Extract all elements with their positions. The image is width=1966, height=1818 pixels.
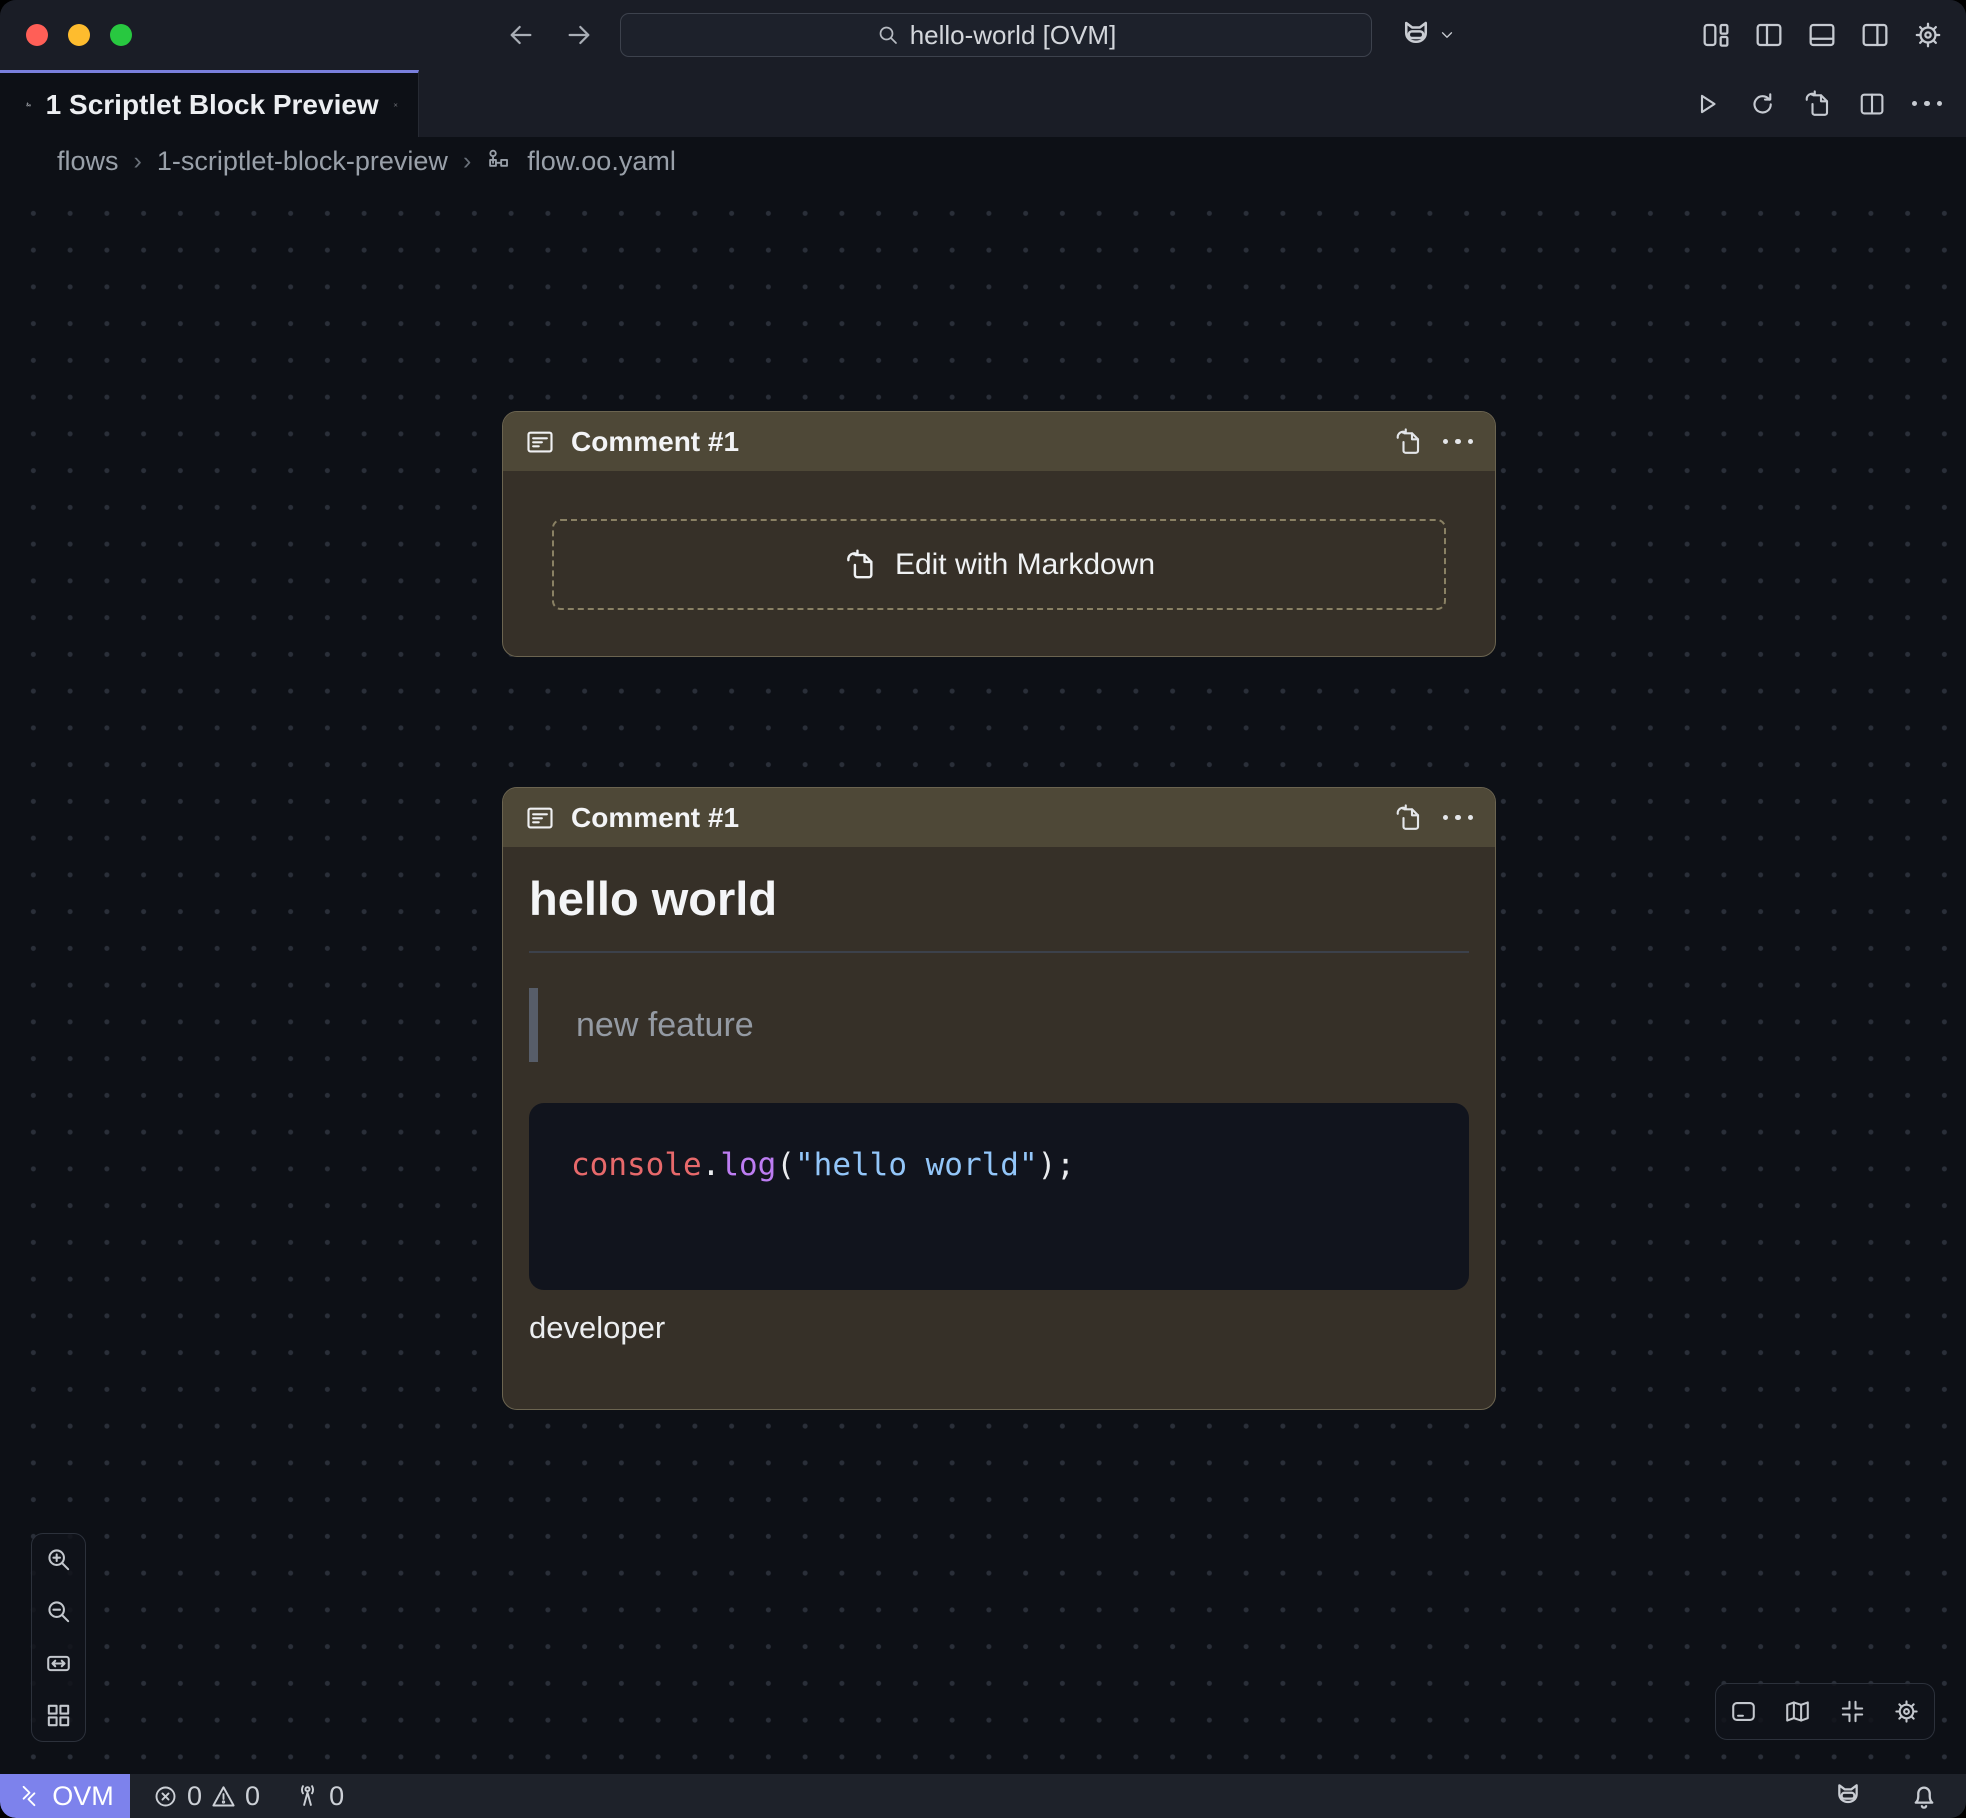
ports-indicator[interactable]: 0 <box>294 1781 344 1812</box>
more-actions-icon[interactable] <box>1912 101 1943 107</box>
breadcrumb-item-folder[interactable]: 1-scriptlet-block-preview <box>157 146 448 177</box>
cat-assistant-icon[interactable] <box>1832 1780 1864 1812</box>
flow-file-icon <box>26 91 32 119</box>
breadcrumb-separator: › <box>134 147 142 176</box>
breadcrumb-separator: › <box>463 147 471 176</box>
canvas-settings-icon[interactable] <box>1892 1697 1921 1726</box>
canvas-zoom-toolbar <box>31 1533 86 1742</box>
comment-node-title: Comment #1 <box>571 426 739 458</box>
search-value: hello-world [OVM] <box>910 20 1117 51</box>
toggle-panel-icon[interactable] <box>1806 19 1838 51</box>
blockquote-text: new feature <box>576 1006 754 1045</box>
restart-icon[interactable] <box>1747 89 1777 119</box>
tab-close-icon[interactable] <box>393 92 398 118</box>
comment-icon <box>525 427 555 457</box>
cat-assistant-icon <box>1398 17 1434 53</box>
zoom-in-icon[interactable] <box>44 1545 73 1574</box>
warning-icon <box>210 1783 237 1810</box>
ports-count: 0 <box>329 1781 344 1812</box>
title-bar: hello-world [OVM] <box>0 0 1966 70</box>
open-preview-icon[interactable] <box>1802 89 1832 119</box>
node-more-actions-icon[interactable] <box>1443 439 1474 445</box>
navigate-back-icon[interactable] <box>505 19 537 51</box>
error-count: 0 <box>187 1781 202 1812</box>
remote-indicator[interactable]: OVM <box>0 1774 130 1818</box>
split-editor-icon[interactable] <box>1857 89 1887 119</box>
radio-tower-icon <box>294 1783 321 1810</box>
toggle-secondary-sidebar-icon[interactable] <box>1859 19 1891 51</box>
minimap-icon[interactable] <box>1783 1697 1812 1726</box>
navigate-forward-icon[interactable] <box>563 19 595 51</box>
comment-node-rendered[interactable]: Comment #1 hello world new feature conso… <box>502 787 1496 1410</box>
app-window: hello-world [OVM] 1 Scriptlet Block Prev… <box>0 0 1966 1818</box>
markdown-blockquote: new feature <box>529 988 1469 1062</box>
remote-label: OVM <box>52 1781 114 1812</box>
zoom-out-icon[interactable] <box>44 1597 73 1626</box>
flow-file-icon <box>486 148 512 174</box>
tab-scriptlet-block-preview[interactable]: 1 Scriptlet Block Preview <box>0 70 419 137</box>
markdown-divider <box>529 951 1469 953</box>
remote-icon <box>16 1783 42 1809</box>
markdown-doc-icon <box>843 548 877 582</box>
status-bar: OVM 0 0 0 <box>0 1774 1966 1818</box>
comment-icon <box>525 803 555 833</box>
flow-canvas[interactable]: Comment #1 Edit with Markdown Comment #1 <box>0 185 1966 1774</box>
customize-layout-icon[interactable] <box>1700 19 1732 51</box>
sync-markdown-icon[interactable] <box>1393 803 1423 833</box>
search-icon <box>876 23 900 47</box>
warning-count: 0 <box>245 1781 260 1812</box>
canvas-view-toolbar <box>1715 1683 1935 1740</box>
comment-node-header[interactable]: Comment #1 <box>503 412 1495 471</box>
toggle-primary-sidebar-icon[interactable] <box>1753 19 1785 51</box>
close-window-button[interactable] <box>26 24 48 46</box>
console-panel-icon[interactable] <box>1729 1697 1758 1726</box>
zoom-window-button[interactable] <box>110 24 132 46</box>
minimize-window-button[interactable] <box>68 24 90 46</box>
code-line: console.log("hello world"); <box>571 1147 1075 1183</box>
assistant-menu[interactable] <box>1398 17 1456 53</box>
comment-node-header[interactable]: Comment #1 <box>503 788 1495 847</box>
chevron-down-icon <box>1438 26 1456 44</box>
error-icon <box>152 1783 179 1810</box>
node-more-actions-icon[interactable] <box>1443 815 1474 821</box>
markdown-heading: hello world <box>529 871 1469 927</box>
run-flow-icon[interactable] <box>1692 89 1722 119</box>
edit-with-markdown-button[interactable]: Edit with Markdown <box>552 519 1446 610</box>
comment-node-body: Edit with Markdown <box>503 471 1495 657</box>
breadcrumb-item-file[interactable]: flow.oo.yaml <box>527 146 676 177</box>
sync-markdown-icon[interactable] <box>1393 427 1423 457</box>
auto-layout-icon[interactable] <box>44 1701 73 1730</box>
collapse-view-icon[interactable] <box>1838 1697 1867 1726</box>
edit-with-markdown-label: Edit with Markdown <box>895 548 1155 582</box>
comment-node-empty[interactable]: Comment #1 Edit with Markdown <box>502 411 1496 657</box>
fit-width-icon[interactable] <box>44 1649 73 1678</box>
problems-indicator[interactable]: 0 0 <box>152 1781 260 1812</box>
tab-label: 1 Scriptlet Block Preview <box>46 89 379 121</box>
breadcrumb-item-flows[interactable]: flows <box>57 146 119 177</box>
markdown-author-text: developer <box>529 1310 1469 1346</box>
command-center-search[interactable]: hello-world [OVM] <box>620 13 1372 57</box>
markdown-code-block: console.log("hello world"); <box>529 1103 1469 1290</box>
notifications-bell-icon[interactable] <box>1908 1780 1940 1812</box>
tab-strip: 1 Scriptlet Block Preview <box>0 70 1966 137</box>
comment-node-title: Comment #1 <box>571 802 739 834</box>
breadcrumb: flows › 1-scriptlet-block-preview › flow… <box>0 137 1966 185</box>
comment-node-body: hello world new feature console.log("hel… <box>503 847 1495 1346</box>
settings-gear-icon[interactable] <box>1912 19 1944 51</box>
traffic-lights <box>26 24 132 46</box>
